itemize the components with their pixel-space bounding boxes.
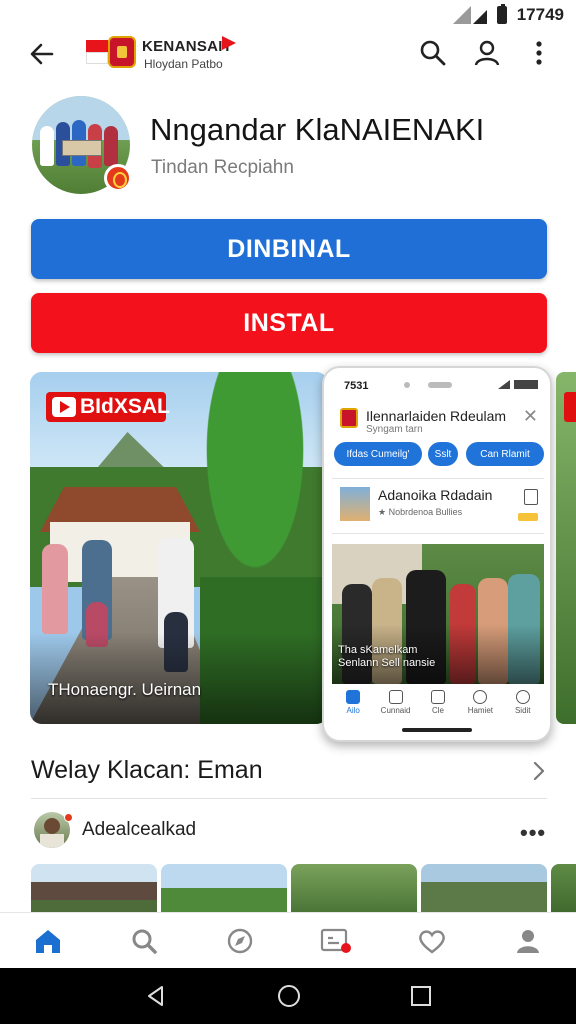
phone-photo-caption: Tha sKamelkam Senlann Sell nansie [338, 644, 436, 669]
back-arrow-icon[interactable] [26, 38, 58, 70]
post-thumbnail[interactable] [551, 864, 576, 912]
nav-home[interactable] [0, 913, 96, 968]
post-author-name[interactable]: Adealcealkad [82, 819, 196, 841]
phone-app-logo [340, 408, 358, 428]
phone-photo: Tha sKamelkam Senlann Sell nansie [332, 544, 544, 684]
phone-chip: Can Rlamit [466, 442, 544, 466]
phone-nav-label: Hamiet [467, 706, 494, 715]
phone-signal-icon [498, 380, 538, 389]
install-button[interactable]: INSTAL [31, 293, 547, 353]
notification-dot [64, 813, 73, 822]
search-icon[interactable] [418, 38, 448, 68]
phone-home-indicator [402, 728, 472, 732]
phone-subtitle: Syngam tarn [366, 424, 423, 435]
screenshot-2-phone[interactable]: 7531 Ilennarlaiden Rdeulam Syngam tarn ✕… [322, 366, 552, 742]
phone-bottom-nav: Ailo Cunnaid Cle Hamiet Sidit [332, 688, 544, 724]
phone-nav-label: Cle [431, 706, 444, 715]
nav-updates[interactable] [288, 913, 384, 968]
indonesia-flag-icon [86, 40, 108, 64]
phone-card: Adanoika Rdadain ★ Nobrdenoa Bullies [332, 478, 544, 534]
post-thumbnail[interactable] [421, 864, 547, 912]
phone-nav-label: Ailo [346, 706, 360, 715]
screenshot-3[interactable] [556, 372, 576, 724]
system-navigation-bar [0, 968, 576, 1024]
updates-icon [320, 928, 351, 953]
phone-nav-label: Sidit [514, 706, 531, 715]
home-icon [36, 929, 60, 953]
signal-icon [452, 6, 487, 24]
bottom-navigation [0, 912, 576, 968]
nav-favorites[interactable] [384, 913, 480, 968]
status-time: 17749 [516, 5, 564, 24]
more-options-icon[interactable]: ••• [520, 820, 546, 846]
home-icon [346, 690, 361, 704]
status-bar: 17749 [0, 0, 576, 30]
nav-search[interactable] [96, 913, 192, 968]
post-thumbnail[interactable] [291, 864, 417, 912]
share-icon [524, 489, 538, 505]
top-app-bar: KENANSAIT Hloydan Patbo [0, 30, 576, 78]
battery-icon [496, 4, 507, 24]
system-recents-icon[interactable] [410, 985, 432, 1007]
screenshot-1[interactable]: BIdXSAL THonaengr. Ueirnan [30, 372, 328, 724]
phone-nav-label: Cunnaid [380, 706, 411, 715]
tag-icon [518, 513, 538, 521]
nav-explore[interactable] [192, 913, 288, 968]
phone-card-subtitle: ★ Nobrdenoa Bullies [378, 507, 463, 517]
media-icon [388, 690, 403, 704]
person-icon [515, 690, 530, 704]
add-icon [430, 690, 445, 704]
phone-status-time: 7531 [344, 380, 369, 392]
app-badge-icon [104, 164, 132, 192]
phone-title: Ilennarlaiden Rdeulam [366, 408, 507, 424]
phone-card-title: Adanoika Rdadain [378, 487, 493, 503]
close-icon: ✕ [522, 406, 538, 426]
post-image-strip [31, 864, 576, 912]
brand-logo [108, 36, 136, 68]
brand-tagline: Hloydan Patbo [144, 57, 223, 71]
heart-icon [473, 690, 488, 704]
brand-name: KENANSAIT [142, 38, 233, 55]
app-developer[interactable]: Tindan Recpiahn [151, 157, 294, 179]
video-badge: BIdXSAL [46, 392, 170, 422]
section-title[interactable]: Welay Klacan: Eman [31, 756, 263, 785]
account-icon[interactable] [472, 38, 502, 68]
phone-chip: Sslt [428, 442, 458, 466]
screenshot-1-caption: THonaengr. Ueirnan [48, 680, 202, 699]
phone-chip: Ifdas Cumeilg' [334, 442, 422, 466]
system-home-icon[interactable] [276, 983, 302, 1009]
chevron-right-icon[interactable] [528, 760, 550, 782]
app-title: Nngandar KlaNAIENAKI [150, 112, 485, 147]
post-thumbnail[interactable] [31, 864, 157, 912]
primary-action-button[interactable]: DINBINAL [31, 219, 547, 279]
explore-icon [227, 928, 253, 953]
search-icon [132, 929, 157, 954]
post-thumbnail[interactable] [161, 864, 287, 912]
system-back-icon[interactable] [144, 984, 168, 1008]
divider [31, 798, 547, 799]
profile-icon [517, 929, 539, 953]
nav-profile[interactable] [480, 913, 576, 968]
favorites-icon [419, 929, 445, 953]
more-vert-icon[interactable] [524, 38, 554, 68]
